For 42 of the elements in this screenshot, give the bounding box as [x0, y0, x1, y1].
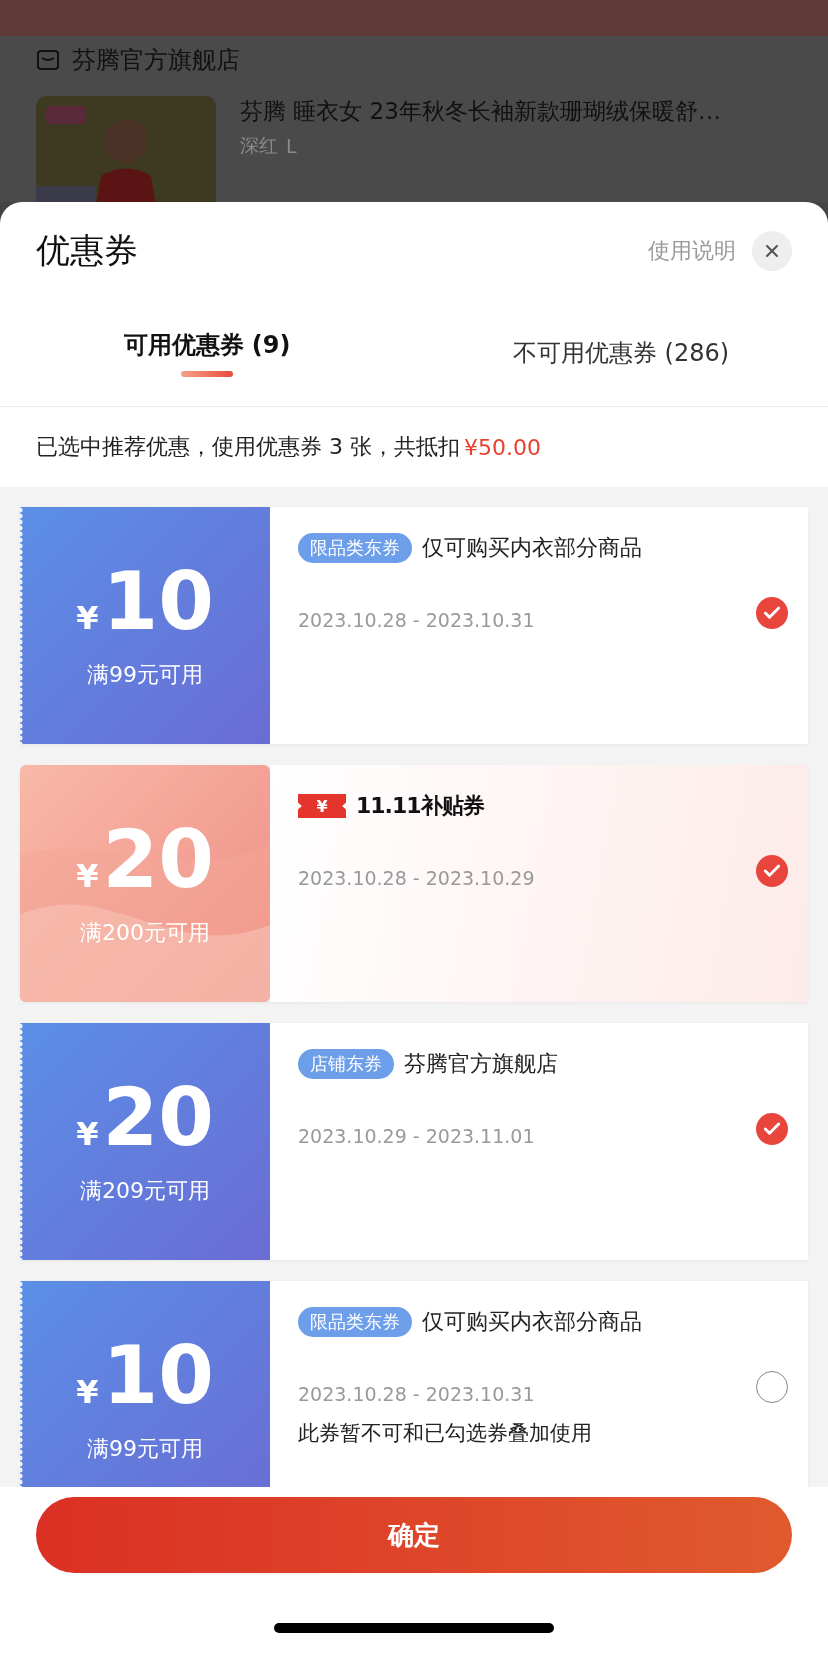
currency-symbol: ¥	[76, 598, 99, 637]
coupon-tag: 限品类东券	[298, 533, 412, 563]
select-checkbox[interactable]	[756, 1113, 788, 1145]
coupon-tag: 店铺东券	[298, 1049, 394, 1079]
coupon-note: 此券暂不可和已勾选券叠加使用	[298, 1420, 593, 1447]
confirm-button[interactable]: 确定	[36, 1497, 792, 1573]
coupon-description: 芬腾官方旗舰店	[404, 1050, 558, 1078]
subsidy-label: 11.11补贴券	[356, 792, 484, 820]
select-checkbox[interactable]	[756, 855, 788, 887]
currency-symbol: ¥	[76, 1372, 99, 1411]
product-size: L	[286, 135, 297, 157]
currency-symbol: ¥	[76, 856, 99, 895]
select-checkbox[interactable]	[756, 597, 788, 629]
validity-dates: 2023.10.28 - 2023.10.31	[298, 609, 536, 631]
currency-symbol: ¥	[76, 1114, 99, 1153]
tab-underline	[181, 371, 233, 377]
coupon-condition: 满99元可用	[87, 660, 203, 689]
coupon-amount: 10	[102, 1335, 214, 1416]
coupon-condition: 满99元可用	[87, 1434, 203, 1463]
store-name: 芬腾官方旗舰店	[72, 45, 240, 76]
discount-amount: ¥50.00	[464, 434, 541, 460]
store-icon	[36, 48, 60, 72]
coupon-amount: 10	[102, 561, 214, 642]
coupon-description: 仅可购买内衣部分商品	[422, 534, 642, 562]
product-title: 芬腾 睡衣女 23年秋冬长袖新款珊瑚绒保暖舒…	[240, 97, 721, 126]
coupon-amount: 20	[102, 1077, 214, 1158]
coupon-tab[interactable]: 可用优惠券 (9)	[0, 300, 414, 406]
validity-dates: 2023.10.28 - 2023.10.29	[298, 867, 536, 889]
validity-dates: 2023.10.29 - 2023.11.01	[298, 1125, 536, 1147]
validity-dates: 2023.10.28 - 2023.10.31	[298, 1383, 536, 1405]
coupon-tag: 限品类东券	[298, 1307, 412, 1337]
coupon-condition: 满209元可用	[80, 1176, 210, 1205]
ticket-badge: ¥	[298, 794, 346, 818]
select-checkbox[interactable]	[756, 1371, 788, 1403]
close-button[interactable]	[752, 231, 792, 271]
coupon-amount: 20	[102, 819, 214, 900]
coupon-tab[interactable]: 不可用优惠券 (286)	[414, 300, 828, 406]
summary-text: 已选中推荐优惠，使用优惠券 3 张，共抵扣	[36, 433, 460, 461]
coupon-description: 仅可购买内衣部分商品	[422, 1308, 642, 1336]
sheet-title: 优惠券	[36, 229, 139, 272]
product-variant: 深红	[240, 133, 278, 158]
coupon-condition: 满200元可用	[80, 918, 210, 947]
